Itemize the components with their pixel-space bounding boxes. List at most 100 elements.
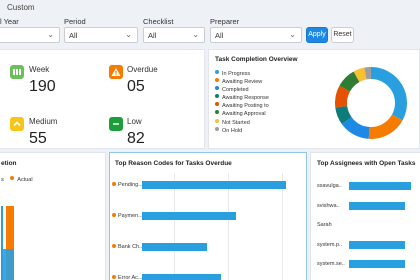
- legend-item[interactable]: In Progress: [215, 70, 325, 78]
- preparer-select-value: All: [215, 31, 224, 40]
- assignee-bar[interactable]: [349, 240, 405, 249]
- reason-bar[interactable]: [142, 243, 207, 251]
- reason-bar[interactable]: [142, 181, 286, 189]
- assignee-label: system.p..: [317, 241, 343, 248]
- reason-bar[interactable]: [142, 212, 236, 220]
- chevron-down-icon: ⌄: [47, 30, 54, 39]
- reason-label-text: Bank Ch...: [118, 244, 144, 250]
- legend-dot: [215, 70, 219, 74]
- checklist-select[interactable]: All ⌄: [143, 27, 205, 43]
- assignee-bar[interactable]: [349, 260, 405, 268]
- task-completion-title: Task Completion Overview: [215, 56, 298, 63]
- reason-codes-panel: Top Reason Codes for Tasks Overdue Pendi…: [109, 152, 307, 280]
- kpi-medium-value: 55: [29, 130, 47, 147]
- legend-label: Not Started: [222, 119, 250, 126]
- legend-item[interactable]: Awaiting Response: [215, 94, 325, 102]
- chevron-up-icon: [10, 117, 24, 131]
- assignees-panel: Top Assignees with Open Tasks ssavulga..…: [310, 152, 420, 280]
- legend-item[interactable]: Awaiting Review: [215, 78, 325, 86]
- donut-slice[interactable]: [341, 116, 370, 139]
- period-filter-label: Period: [64, 17, 86, 26]
- reset-button[interactable]: Reset: [331, 27, 354, 43]
- legend-label: s: [1, 177, 4, 183]
- reason-label-text: Error Ac...: [118, 275, 143, 280]
- legend-item[interactable]: Not Started: [215, 118, 325, 127]
- reason-label: Bank Ch...: [112, 244, 144, 250]
- legend-item[interactable]: Completed: [215, 86, 325, 94]
- chevron-down-icon: ⌄: [125, 30, 132, 39]
- donut-slice[interactable]: [335, 105, 352, 125]
- reason-dot: [112, 275, 116, 279]
- legend-dot: [215, 110, 219, 115]
- gridline: [282, 173, 283, 280]
- legend-dot: [215, 78, 219, 83]
- legend-label: In Progress: [222, 71, 251, 77]
- apply-button[interactable]: Apply: [306, 27, 328, 43]
- gridline: [228, 173, 229, 280]
- legend-label: Actual: [17, 177, 33, 183]
- donut-slice[interactable]: [335, 85, 351, 108]
- task-completion-donut: [335, 67, 407, 139]
- legend-label: Awaiting Approval: [222, 111, 266, 118]
- reason-label-text: Paymen...: [118, 213, 143, 219]
- assignee-bar[interactable]: [349, 201, 405, 210]
- donut-slice[interactable]: [370, 67, 407, 121]
- completion-chart-title: etion: [1, 160, 17, 167]
- reason-codes-title: Top Reason Codes for Tasks Overdue: [115, 160, 232, 167]
- chart-bar: [1, 249, 14, 280]
- legend-item[interactable]: On Hold: [215, 126, 325, 135]
- legend-label: Awaiting Posting to: [222, 103, 269, 110]
- checklist-select-value: All: [148, 31, 157, 40]
- legend-item[interactable]: Awaiting Approval: [215, 110, 325, 118]
- kpi-overdue-label: Overdue: [127, 65, 158, 74]
- donut-slice[interactable]: [364, 67, 372, 80]
- assignee-label: ssavulga..: [317, 183, 342, 189]
- task-completion-panel: Task Completion Overview In Progress Awa…: [208, 49, 420, 149]
- legend-dot: [215, 94, 219, 99]
- legend-dot: [215, 86, 219, 91]
- year-filter-label: l Year: [0, 17, 19, 26]
- custom-label: Custom: [7, 3, 35, 12]
- kpi-low-label: Low: [127, 117, 142, 126]
- assignees-title: Top Assignees with Open Tasks: [317, 160, 416, 167]
- completion-chart-legend: s Actual: [1, 176, 33, 183]
- reason-dot: [112, 182, 116, 186]
- bars-icon: [10, 65, 24, 79]
- reason-dot: [112, 244, 116, 248]
- legend-dot: [215, 126, 219, 131]
- year-select[interactable]: ⌄: [0, 27, 60, 43]
- reason-label-text: Pending...: [118, 182, 143, 188]
- reason-dot: [112, 213, 116, 217]
- reason-bar[interactable]: [142, 274, 221, 280]
- chevron-down-icon: ⌄: [289, 30, 296, 39]
- minus-icon: [109, 117, 123, 131]
- chevron-down-icon: ⌄: [192, 30, 199, 39]
- donut-slice[interactable]: [339, 71, 360, 92]
- kpi-low-value: 82: [127, 130, 145, 147]
- preparer-select[interactable]: All ⌄: [210, 27, 302, 43]
- assignee-label: Sarah: [317, 222, 332, 228]
- donut-slice[interactable]: [368, 114, 403, 139]
- kpi-panel: Week 190 Overdue 05 Medium 55 Low 82: [0, 49, 205, 149]
- gridline: [174, 173, 175, 280]
- warning-icon: [109, 65, 123, 79]
- period-select-value: All: [69, 31, 78, 40]
- kpi-week-value: 190: [29, 78, 56, 95]
- reason-label: Pending...: [112, 182, 143, 188]
- legend-dot: [10, 176, 15, 180]
- legend-item[interactable]: Awaiting Posting to: [215, 102, 325, 110]
- legend-label: Awaiting Review: [222, 79, 263, 86]
- assignee-label: system.se..: [317, 261, 345, 267]
- legend-label: Completed: [222, 87, 249, 94]
- period-select[interactable]: All ⌄: [64, 27, 138, 43]
- donut-slice[interactable]: [353, 67, 367, 83]
- reason-label: Paymen...: [112, 213, 143, 219]
- kpi-week-label: Week: [29, 65, 50, 74]
- legend-label: Awaiting Response: [222, 95, 269, 102]
- completion-chart-panel: etion s Actual: [0, 152, 106, 280]
- task-completion-legend: In Progress Awaiting Review Completed Aw…: [215, 70, 325, 135]
- legend-dot: [215, 102, 219, 107]
- legend-label: On Hold: [222, 127, 243, 134]
- assignee-bar[interactable]: [349, 182, 411, 190]
- kpi-overdue-value: 05: [127, 78, 145, 95]
